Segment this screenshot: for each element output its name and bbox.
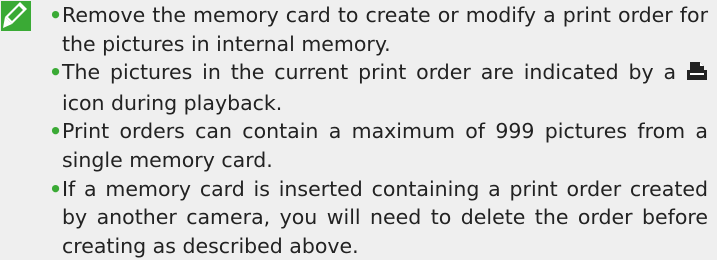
note-list: • Remove the memory card to create or mo… bbox=[48, 1, 708, 260]
note-item-max-pictures: • Print orders can contain a maximum of … bbox=[48, 117, 708, 174]
note-item-print-order-indicator: • The pictures in the current print orde… bbox=[48, 58, 708, 117]
print-order-icon bbox=[686, 60, 708, 89]
bullet: • bbox=[49, 60, 63, 85]
note-text: If a memory card is inserted containing … bbox=[62, 176, 708, 258]
note-text-after-icon: icon during playback. bbox=[62, 90, 283, 115]
note-item-other-camera: • If a memory card is inserted containin… bbox=[48, 175, 708, 260]
note-text-before-icon: The pictures in the current print order … bbox=[62, 60, 677, 85]
bullet: • bbox=[49, 3, 63, 27]
note-item-remove-card: • Remove the memory card to create or mo… bbox=[48, 1, 708, 58]
bullet: • bbox=[49, 119, 63, 144]
note-text: Remove the memory card to create or modi… bbox=[62, 3, 708, 56]
note-text: Print orders can contain a maximum of 99… bbox=[62, 119, 708, 172]
bullet: • bbox=[49, 176, 63, 201]
note-box: • Remove the memory card to create or mo… bbox=[0, 0, 717, 260]
note-pencil-icon bbox=[1, 1, 31, 31]
